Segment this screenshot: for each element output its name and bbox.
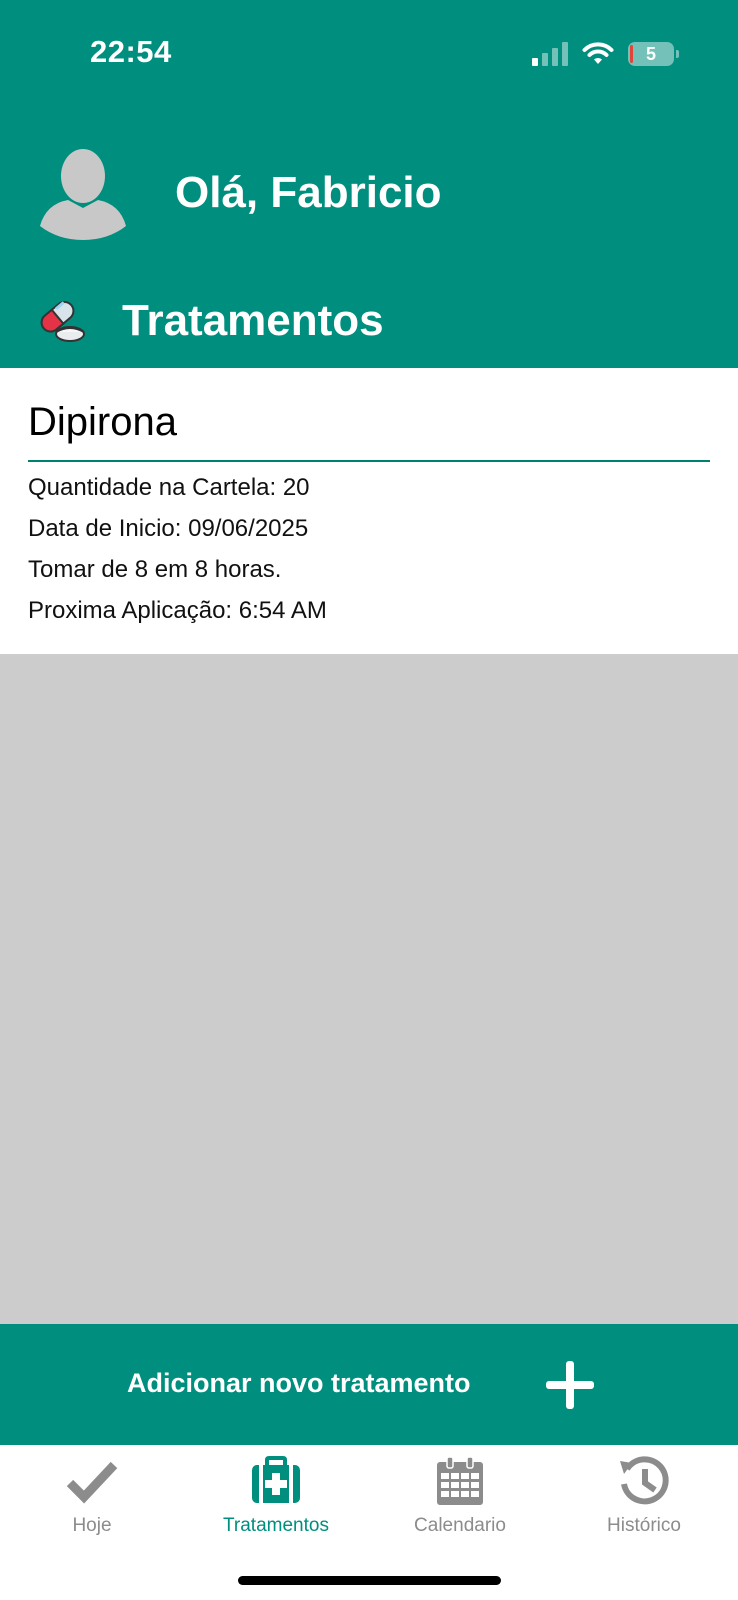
treatment-card[interactable]: Dipirona Quantidade na Cartela: 20 Data … <box>0 368 738 654</box>
plus-icon <box>546 1361 594 1409</box>
status-time: 22:54 <box>90 34 172 69</box>
section-title: Tratamentos <box>122 296 384 345</box>
divider <box>28 460 710 462</box>
battery-icon: 5 <box>628 42 679 66</box>
app-header: 22:54 5 Olá, Fabricio Tratamentos <box>0 0 738 368</box>
treatment-frequency: Tomar de 8 em 8 horas. <box>28 556 282 583</box>
tab-label-tratamentos: Tratamentos <box>223 1515 329 1536</box>
tab-hoje[interactable]: Hoje <box>0 1455 184 1545</box>
tab-label-historico: Histórico <box>607 1515 681 1536</box>
cellular-signal-icon <box>532 42 568 66</box>
pill-icon <box>40 300 85 342</box>
medical-kit-icon <box>252 1456 300 1503</box>
battery-level: 5 <box>645 43 656 64</box>
status-icons: 5 <box>532 40 679 68</box>
tab-label-hoje: Hoje <box>72 1515 112 1536</box>
treatment-quantity: Quantidade na Cartela: 20 <box>28 474 310 501</box>
tab-tratamentos[interactable]: Tratamentos <box>184 1455 368 1545</box>
empty-list-area <box>0 654 738 1324</box>
treatment-start-date: Data de Inicio: 09/06/2025 <box>28 515 309 542</box>
treatment-next-dose: Proxima Aplicação: 6:54 AM <box>28 597 327 624</box>
tab-label-calendario: Calendario <box>414 1515 506 1536</box>
greeting-text: Olá, Fabricio <box>175 168 442 217</box>
tab-calendario[interactable]: Calendario <box>368 1455 552 1545</box>
wifi-icon <box>582 42 614 64</box>
add-treatment-button[interactable]: Adicionar novo tratamento <box>0 1324 738 1445</box>
calendar-icon <box>437 1456 483 1505</box>
add-treatment-label: Adicionar novo tratamento <box>127 1368 471 1398</box>
treatment-name: Dipirona <box>28 400 177 444</box>
checkmark-icon <box>66 1461 118 1504</box>
home-indicator[interactable] <box>238 1576 501 1585</box>
tab-historico[interactable]: Histórico <box>552 1455 736 1545</box>
history-icon <box>620 1456 669 1505</box>
user-silhouette-icon[interactable] <box>38 146 128 240</box>
